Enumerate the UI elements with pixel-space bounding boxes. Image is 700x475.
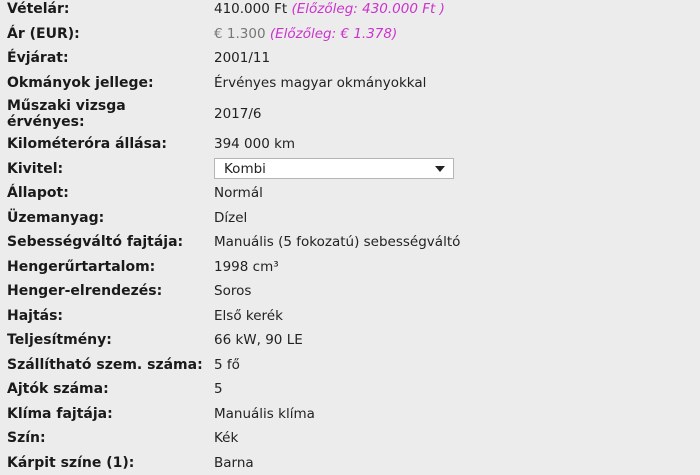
- spec-row-year: Évjárat: 2001/11: [0, 46, 700, 71]
- spec-value: 410.000 Ft (Előzőleg: 430.000 Ft ): [214, 1, 445, 17]
- spec-label: Műszaki vizsga érvényes:: [0, 98, 214, 130]
- spec-row-drive: Hajtás: Első kerék: [0, 304, 700, 329]
- spec-value: 66 kW, 90 LE: [214, 332, 303, 348]
- spec-label: Szín:: [0, 430, 214, 446]
- spec-row-power: Teljesítmény: 66 kW, 90 LE: [0, 328, 700, 353]
- spec-value: 1998 cm³: [214, 259, 279, 275]
- spec-label: Henger-elrendezés:: [0, 283, 214, 299]
- vehicle-spec-table: Vételár: 410.000 Ft (Előzőleg: 430.000 F…: [0, 0, 700, 475]
- spec-value: Normál: [214, 185, 263, 201]
- chevron-down-icon: [435, 166, 445, 172]
- spec-row-interior-color: Kárpit színe (1): Barna: [0, 451, 700, 475]
- spec-value: Manuális klíma: [214, 406, 315, 422]
- previous-price-huf: (Előzőleg: 430.000 Ft ): [291, 1, 444, 17]
- spec-label: Sebességváltó fajtája:: [0, 234, 214, 250]
- spec-row-documents: Okmányok jellege: Érvényes magyar okmány…: [0, 71, 700, 96]
- spec-label: Évjárat:: [0, 50, 214, 66]
- spec-row-ac: Klíma fajtája: Manuális klíma: [0, 402, 700, 427]
- spec-value: 2017/6: [214, 106, 262, 122]
- spec-value: Érvényes magyar okmányokkal: [214, 75, 426, 91]
- spec-label: Klíma fajtája:: [0, 406, 214, 422]
- spec-label: Szállítható szem. száma:: [0, 357, 214, 373]
- spec-value: Barna: [214, 455, 254, 471]
- spec-row-transmission: Sebességváltó fajtája: Manuális (5 fokoz…: [0, 230, 700, 255]
- spec-label-line: érvényes:: [7, 114, 214, 130]
- spec-value: Manuális (5 fokozatú) sebességváltó: [214, 234, 460, 250]
- spec-value: 394 000 km: [214, 136, 295, 152]
- price-huf-value: 410.000 Ft: [214, 1, 287, 17]
- spec-value: Dízel: [214, 210, 247, 226]
- spec-row-condition: Állapot: Normál: [0, 181, 700, 206]
- spec-label: Állapot:: [0, 185, 214, 201]
- spec-row-fuel: Üzemanyag: Dízel: [0, 206, 700, 231]
- spec-label: Vételár:: [0, 1, 214, 17]
- spec-label: Kilométeróra állása:: [0, 136, 214, 152]
- spec-label-line: Műszaki vizsga: [7, 98, 214, 114]
- spec-row-price-eur: Ár (EUR): € 1.300 (Előzőleg: € 1.378): [0, 22, 700, 47]
- spec-label: Kárpit színe (1):: [0, 455, 214, 471]
- spec-value: 5: [214, 381, 223, 397]
- spec-value: 5 fő: [214, 357, 240, 373]
- spec-row-body-type: Kivitel: Kombi: [0, 157, 700, 182]
- body-type-selected: Kombi: [224, 161, 266, 177]
- spec-label: Hengerűrtartalom:: [0, 259, 214, 275]
- spec-label: Üzemanyag:: [0, 210, 214, 226]
- previous-price-eur: (Előzőleg: € 1.378): [270, 26, 397, 42]
- spec-row-displacement: Hengerűrtartalom: 1998 cm³: [0, 255, 700, 280]
- spec-label: Okmányok jellege:: [0, 75, 214, 91]
- body-type-select[interactable]: Kombi: [214, 158, 454, 179]
- spec-label: Kivitel:: [0, 161, 214, 177]
- spec-label: Ár (EUR):: [0, 26, 214, 42]
- spec-row-color: Szín: Kék: [0, 426, 700, 451]
- spec-label: Hajtás:: [0, 308, 214, 324]
- spec-label: Ajtók száma:: [0, 381, 214, 397]
- spec-row-inspection: Műszaki vizsga érvényes: 2017/6: [0, 95, 700, 132]
- spec-value: 2001/11: [214, 50, 270, 66]
- spec-value: Soros: [214, 283, 251, 299]
- spec-row-seats: Szállítható szem. száma: 5 fő: [0, 353, 700, 378]
- spec-value: € 1.300 (Előzőleg: € 1.378): [214, 26, 397, 42]
- spec-label: Teljesítmény:: [0, 332, 214, 348]
- spec-row-mileage: Kilométeróra állása: 394 000 km: [0, 132, 700, 157]
- price-eur-value: € 1.300: [214, 26, 266, 42]
- spec-value: Kék: [214, 430, 238, 446]
- spec-row-doors: Ajtók száma: 5: [0, 377, 700, 402]
- spec-row-cylinder-layout: Henger-elrendezés: Soros: [0, 279, 700, 304]
- spec-row-price-huf: Vételár: 410.000 Ft (Előzőleg: 430.000 F…: [0, 0, 700, 22]
- spec-value: Első kerék: [214, 308, 283, 324]
